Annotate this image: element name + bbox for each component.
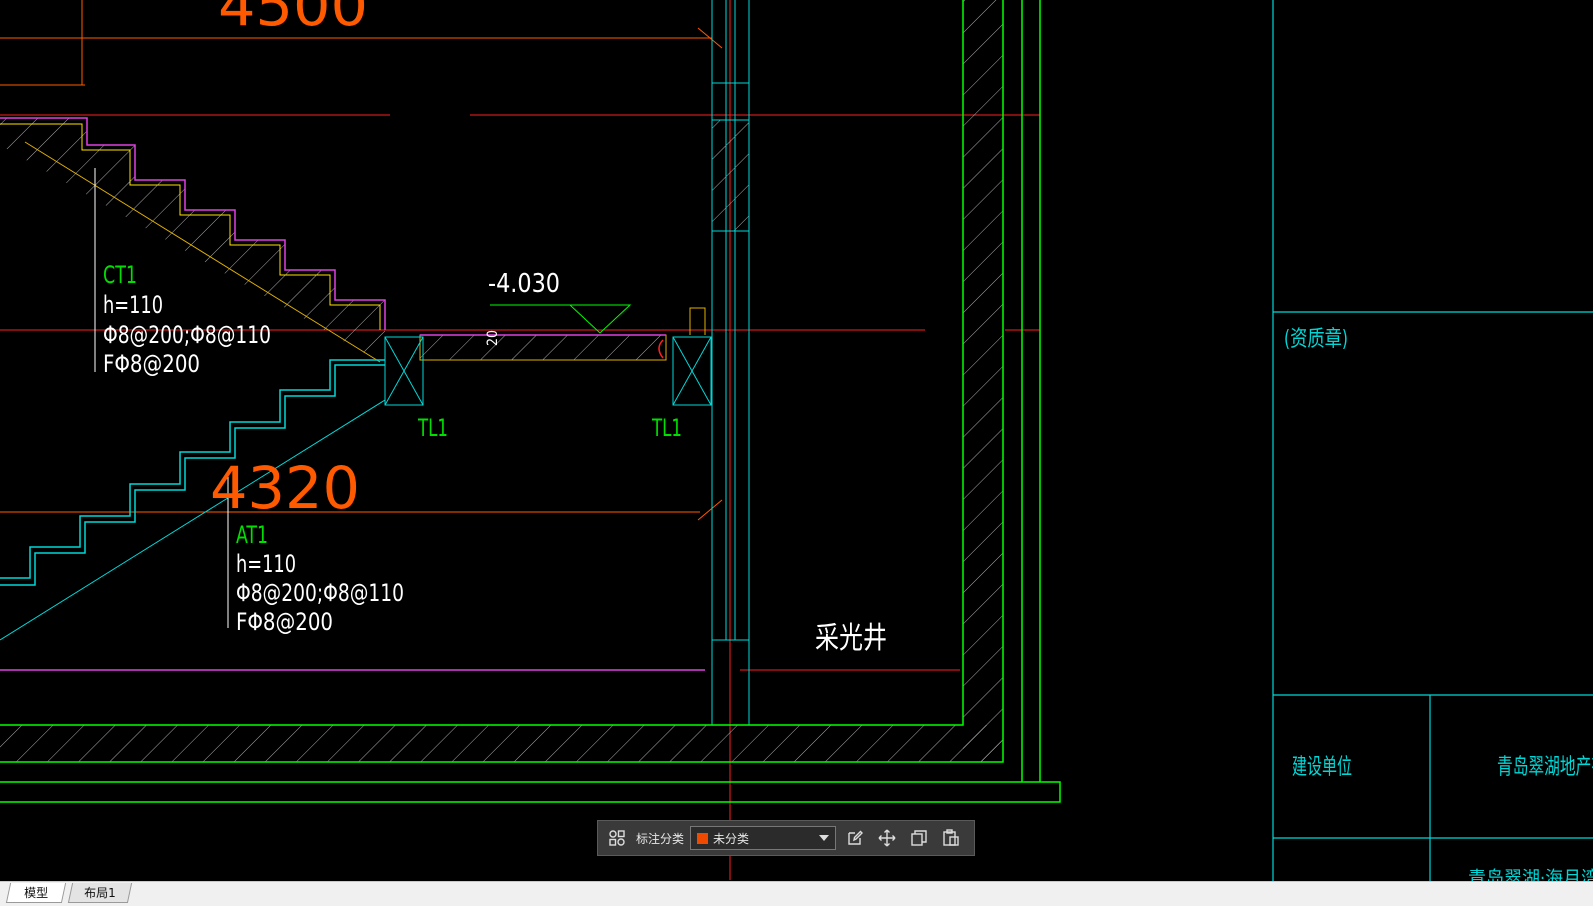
ct1-name: CT1 (103, 261, 137, 289)
annotation-category-label: 标注分类 (636, 831, 685, 846)
at1-note: AT1 h=110 Φ8@200;Φ8@110 FΦ8@200 (236, 521, 404, 636)
tab-model-label: 模型 (24, 886, 49, 900)
tab-model[interactable]: 模型 (5, 883, 67, 903)
tab-layout1-label: 布局1 (84, 886, 116, 900)
chevron-down-icon (819, 835, 830, 841)
tab-layout1[interactable]: 布局1 (67, 883, 133, 903)
ct1-rebar-bottom: FΦ8@200 (103, 350, 200, 378)
annotation-category-dropdown[interactable]: 未分类 (690, 826, 837, 850)
dimension-lines (0, 0, 723, 521)
at1-rebar-top: Φ8@200;Φ8@110 (236, 579, 404, 607)
builder-label: 建设单位 (1292, 755, 1352, 780)
paste-icon[interactable] (938, 825, 964, 851)
annotation-category-value: 未分类 (713, 831, 750, 846)
title-block: (资质章) 建设单位 青岛翠湖地产有 青岛翠湖·海月湾 (1272, 0, 1593, 889)
at1-thickness: h=110 (236, 550, 296, 578)
beam-tl1-right (672, 336, 712, 406)
move-icon[interactable] (874, 825, 900, 851)
slab-thickness-label: 20 (485, 330, 501, 346)
dimension-top-text: 4500 (218, 0, 368, 39)
grid-icon[interactable] (604, 825, 630, 851)
edit-icon[interactable] (842, 825, 868, 851)
beam-label-right: TL1 (651, 414, 682, 442)
retaining-wall (0, 0, 1061, 803)
beam-tl1-left (384, 336, 424, 406)
category-color-swatch (697, 832, 709, 844)
dimension-mid-text: 4320 (210, 454, 360, 522)
light-well-label: 采光井 (815, 621, 887, 656)
annotation-toolbar: 标注分类 未分类 (597, 820, 975, 856)
ct1-rebar-top: Φ8@200;Φ8@110 (103, 321, 271, 349)
ct1-thickness: h=110 (103, 291, 163, 319)
builder-value: 青岛翠湖地产有 (1497, 755, 1593, 780)
layout-tab-bar: 模型 布局1 (0, 881, 1593, 906)
landing-slab (419, 304, 706, 361)
qualification-seal-text: (资质章) (1284, 327, 1348, 352)
elevation-label: -4.030 (488, 269, 560, 299)
at1-name: AT1 (236, 521, 268, 549)
at1-rebar-bottom: FΦ8@200 (236, 608, 333, 636)
cad-drawing-canvas[interactable]: 4500 4320 CT1 h=110 Φ8@200;Φ8@110 FΦ8@20… (0, 0, 1593, 906)
beam-label-left: TL1 (417, 414, 448, 442)
copy-icon[interactable] (906, 825, 932, 851)
